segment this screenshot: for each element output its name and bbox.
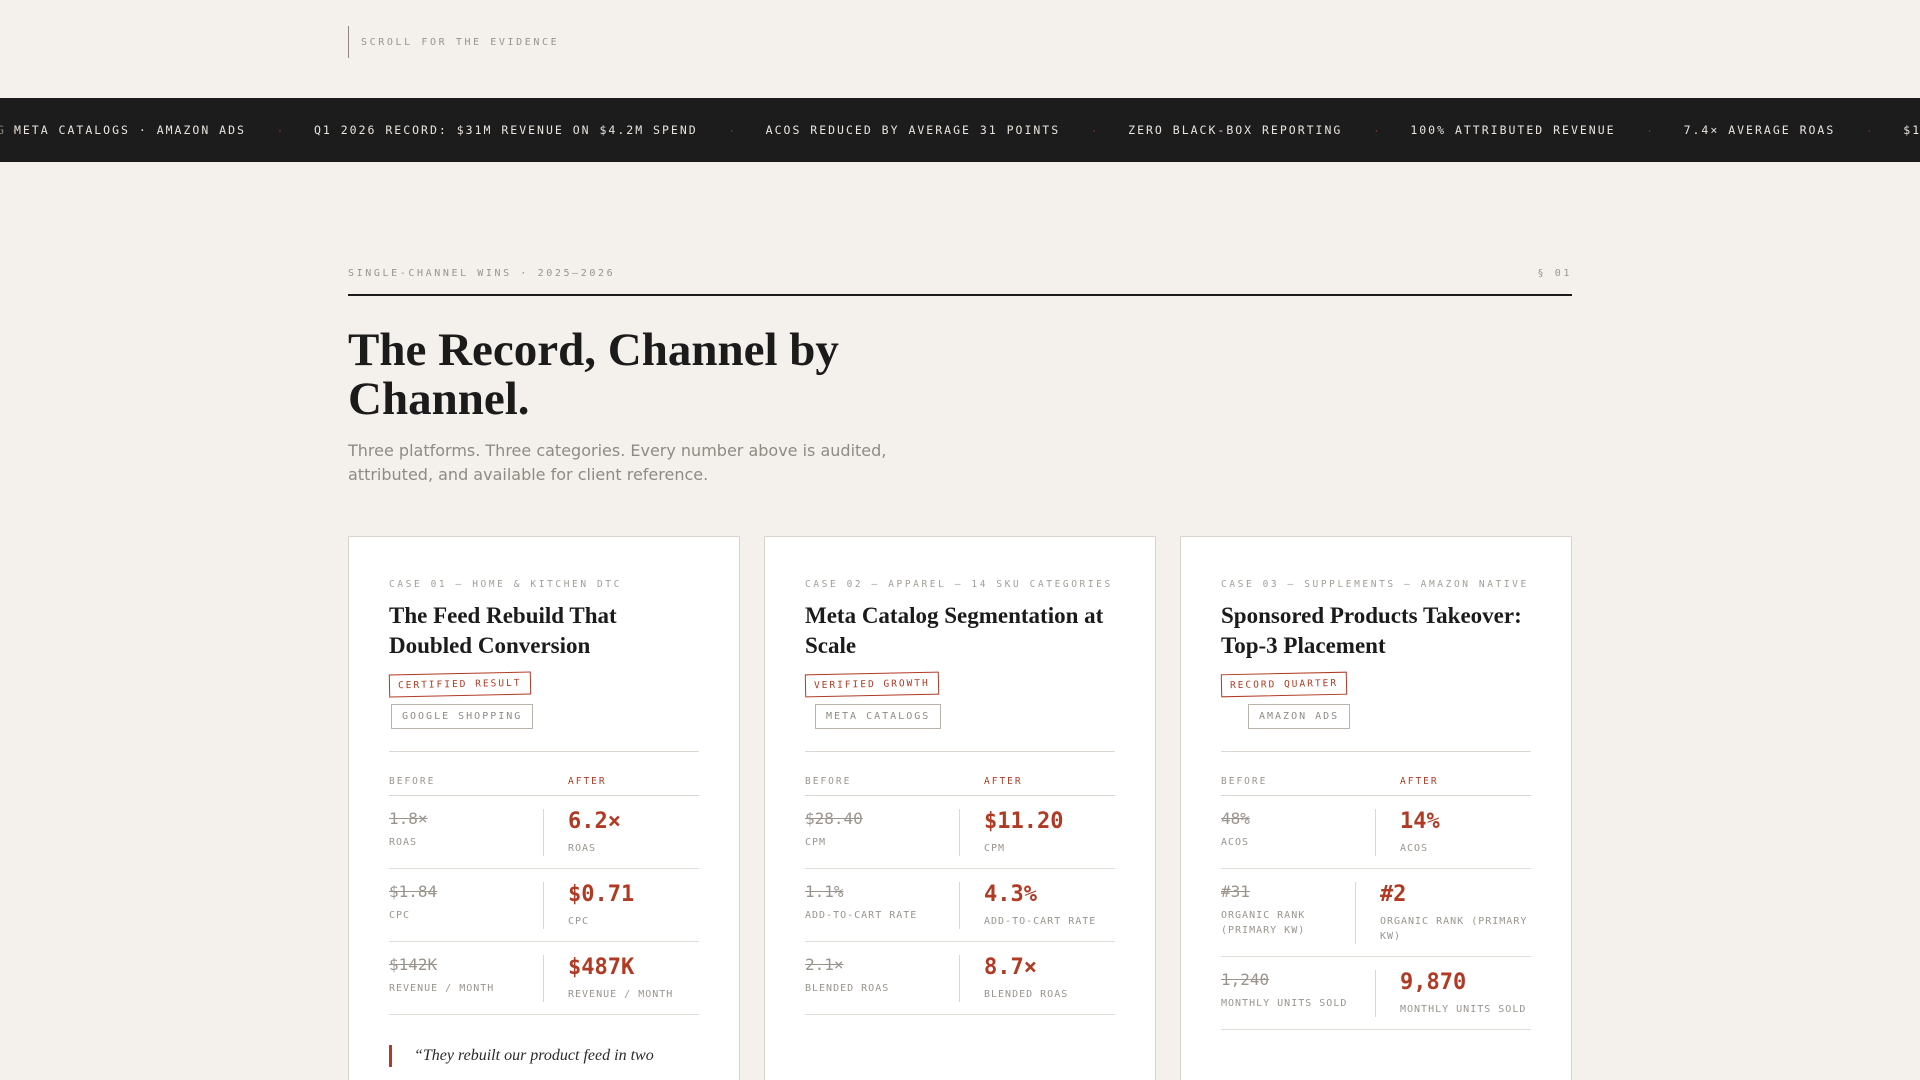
page-subtitle: Three platforms. Three categories. Every… xyxy=(348,441,887,484)
ticker-item: 100% ATTRIBUTED REVENUE xyxy=(1410,123,1616,137)
after-value: 4.3% xyxy=(984,882,1037,907)
before-value: 2.1× xyxy=(805,955,844,974)
channel-tag: META CATALOGS xyxy=(815,704,942,729)
before-header: BEFORE xyxy=(389,776,436,787)
after-label: CPC xyxy=(568,916,590,927)
page-title: The Record, Channel by Channel. xyxy=(348,324,839,425)
after-value: 6.2× xyxy=(568,809,621,834)
badge-group: VERIFIED GROWTH META CATALOGS xyxy=(804,671,1115,729)
metric-row: 1.8× ROAS 6.2× ROAS xyxy=(389,796,699,869)
ticker-item: 7.4× AVERAGE ROAS xyxy=(1683,123,1836,137)
metric-row: $142K REVENUE / MONTH $487K REVENUE / MONT… xyxy=(389,942,699,1015)
metrics-header: BEFORE AFTER xyxy=(805,752,1115,796)
before-label: CPC xyxy=(389,910,411,921)
before-value: 1.1% xyxy=(805,882,844,901)
before-header: BEFORE xyxy=(805,776,852,787)
channel-tag: GOOGLE SHOPPING xyxy=(391,704,534,729)
ticker-separator: · xyxy=(1092,123,1097,137)
metrics-table: BEFORE AFTER 1.8× ROAS 6.2× ROAS $1.84 CPC … xyxy=(389,751,699,1015)
badge-group: CERTIFIED RESULT GOOGLE SHOPPING xyxy=(388,671,699,729)
channel-tag: AMAZON ADS xyxy=(1248,704,1351,729)
before-label: ACOS xyxy=(1221,837,1250,848)
case-kicker: CASE 01 — HOME & KITCHEN DTC xyxy=(389,579,622,590)
after-label: ROAS xyxy=(568,843,597,854)
before-label: BLENDED ROAS xyxy=(805,983,890,994)
ticker-separator: · xyxy=(1374,123,1379,137)
after-header: AFTER xyxy=(568,776,607,787)
before-value: #31 xyxy=(1221,882,1250,901)
ticker-bar: G · META CATALOGS · AMAZON ADS · Q1 2026… xyxy=(0,98,1920,162)
after-value: #2 xyxy=(1379,882,1407,907)
before-value: 48% xyxy=(1221,809,1250,828)
case-card-3: CASE 03 — SUPPLEMENTS — AMAZON NATIVE Sp… xyxy=(1180,536,1572,1080)
after-value: $0.71 xyxy=(568,882,635,907)
ticker-separator: · xyxy=(277,123,282,137)
ticker-item: $180M+ AD S xyxy=(1903,123,1920,137)
ticker-track: G · META CATALOGS · AMAZON ADS · Q1 2026… xyxy=(0,123,1920,137)
ticker-separator: · xyxy=(1867,123,1872,137)
metrics-header: BEFORE AFTER xyxy=(389,752,699,796)
client-quote: “They rebuilt our product feed in two xyxy=(389,1045,699,1067)
case-title: Sponsored Products Takeover: Top-3 Place… xyxy=(1221,603,1522,658)
metrics-table: BEFORE AFTER 48% ACOS 14% ACOS #31 ORGANIC … xyxy=(1221,751,1531,1030)
before-header: BEFORE xyxy=(1221,776,1268,787)
ticker-item: ZERO BLACK-BOX REPORTING xyxy=(1128,123,1343,137)
case-card-2: CASE 02 — APPAREL — 14 SKU CATEGORIES Me… xyxy=(764,536,1156,1080)
badge-group: RECORD QUARTER AMAZON ADS xyxy=(1220,671,1531,729)
after-value: 14% xyxy=(1400,809,1440,834)
record-badge: RECORD QUARTER xyxy=(1220,671,1348,698)
ticker-item: Q1 2026 RECORD: $31M REVENUE ON $4.2M SP… xyxy=(313,123,698,137)
verified-badge: VERIFIED GROWTH xyxy=(804,671,940,698)
scroll-hint: SCROLL FOR THE EVIDENCE xyxy=(348,26,559,58)
after-label: ADD-TO-CART RATE xyxy=(984,916,1097,927)
metric-row: 1.1% ADD-TO-CART RATE 4.3% ADD-TO-CART RAT… xyxy=(805,869,1115,942)
metric-row: $1.84 CPC $0.71 CPC xyxy=(389,869,699,942)
before-label: MONTHLY UNITS SOLD xyxy=(1221,998,1348,1009)
section-kicker: SINGLE-CHANNEL WINS · 2025–2026 xyxy=(348,268,616,279)
ticker-separator: · xyxy=(729,123,734,137)
before-label: ADD-TO-CART RATE xyxy=(805,910,918,921)
section-header: SINGLE-CHANNEL WINS · 2025–2026 § 01 xyxy=(348,268,1572,296)
metrics-table: BEFORE AFTER $28.40 CPM $11.20 CPM 1.1% ADD… xyxy=(805,751,1115,1015)
certified-badge: CERTIFIED RESULT xyxy=(388,671,531,698)
metric-row: 2.1× BLENDED ROAS 8.7× BLENDED ROAS xyxy=(805,942,1115,1015)
ticker-item: META CATALOGS · AMAZON ADS xyxy=(13,123,246,137)
after-header: AFTER xyxy=(984,776,1023,787)
before-label: ROAS xyxy=(389,837,418,848)
metric-row: 1,240 MONTHLY UNITS SOLD 9,870 MONTHLY UNI… xyxy=(1221,957,1531,1030)
before-value: $1.84 xyxy=(389,882,438,901)
before-value: 1.8× xyxy=(389,809,428,828)
after-value: 9,870 xyxy=(1400,970,1467,995)
after-header: AFTER xyxy=(1400,776,1439,787)
section-number: § 01 xyxy=(1537,268,1572,279)
after-label: ACOS xyxy=(1400,843,1429,854)
before-value: $142K xyxy=(389,955,438,974)
metric-row: 48% ACOS 14% ACOS xyxy=(1221,796,1531,869)
before-label: ORGANIC RANK (PRIMARY KW) xyxy=(1221,910,1306,936)
after-label: CPM xyxy=(984,843,1006,854)
after-label: REVENUE / MONTH xyxy=(568,989,674,1000)
case-card-1: CASE 01 — HOME & KITCHEN DTC The Feed Re… xyxy=(348,536,740,1080)
case-kicker: CASE 02 — APPAREL — 14 SKU CATEGORIES xyxy=(805,579,1113,590)
before-value: $28.40 xyxy=(805,809,863,828)
before-label: CPM xyxy=(805,837,827,848)
before-label: REVENUE / MONTH xyxy=(389,983,495,994)
before-value: 1,240 xyxy=(1221,970,1270,989)
metric-row: #31 ORGANIC RANK (PRIMARY KW) #2 ORGANIC R… xyxy=(1221,869,1531,957)
ticker-item: ACOS REDUCED BY AVERAGE 31 POINTS xyxy=(765,123,1061,137)
after-value: $487K xyxy=(568,955,635,980)
after-value: 8.7× xyxy=(984,955,1037,980)
after-label: BLENDED ROAS xyxy=(984,989,1069,1000)
after-label: ORGANIC RANK (PRIMARY KW) xyxy=(1379,916,1528,942)
case-title: Meta Catalog Segmentation at Scale xyxy=(805,603,1104,658)
case-kicker: CASE 03 — SUPPLEMENTS — AMAZON NATIVE xyxy=(1221,579,1529,590)
after-value: $11.20 xyxy=(984,809,1064,834)
ticker-lead: G xyxy=(0,123,6,137)
after-label: MONTHLY UNITS SOLD xyxy=(1400,1004,1527,1015)
ticker-separator: · xyxy=(1647,123,1652,137)
metrics-header: BEFORE AFTER xyxy=(1221,752,1531,796)
metric-row: $28.40 CPM $11.20 CPM xyxy=(805,796,1115,869)
case-title: The Feed Rebuild That Doubled Conversion xyxy=(389,603,617,658)
